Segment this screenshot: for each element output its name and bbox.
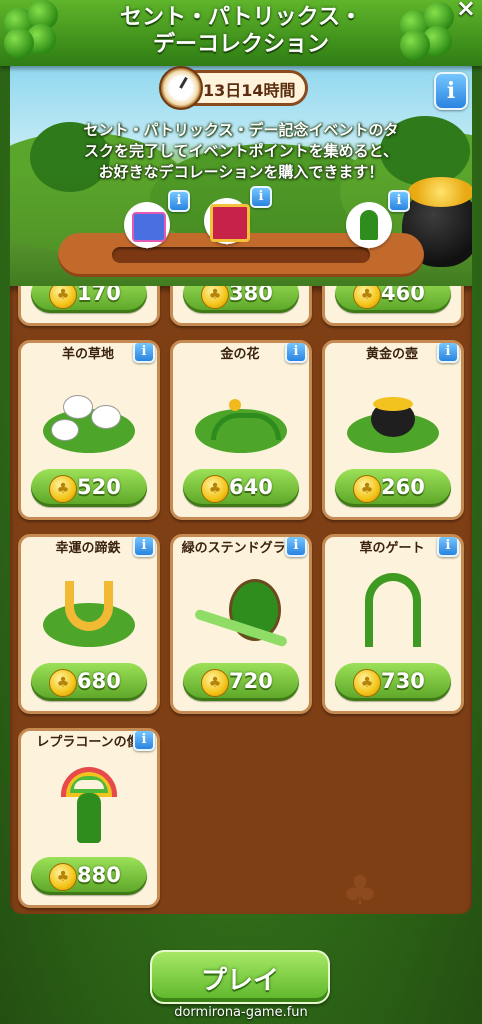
info-button[interactable]: i (388, 190, 410, 212)
price: 460 (381, 286, 425, 305)
event-window: セント・パトリックス・ デーコレクション × 13日14時間 i セント・パトリ… (0, 0, 482, 1024)
clock-icon (159, 66, 203, 110)
price: 640 (229, 475, 273, 499)
info-button[interactable]: i (133, 537, 155, 557)
info-button[interactable]: i (133, 731, 155, 751)
watermark: dormirona-game.fun (174, 1005, 308, 1020)
page-title: セント・パトリックス・ デーコレクション (40, 4, 442, 58)
play-label: プレイ (200, 966, 279, 996)
description-line: スクを完了してイベントポイントを集めると、 (84, 142, 398, 160)
event-description: セント・パトリックス・デー記念イベントのタ スクを完了してイベントポイントを集め… (38, 120, 444, 183)
golden-flowers-icon (189, 379, 293, 459)
info-button[interactable]: i (285, 343, 307, 363)
price-button[interactable]: 170 (31, 286, 147, 313)
item-card[interactable]: 幸運の蹄鉄 i 680 (18, 534, 160, 714)
price: 880 (77, 863, 121, 887)
stained-glass-icon (189, 573, 293, 653)
price: 380 (229, 286, 273, 305)
reward-1[interactable]: i (124, 190, 190, 254)
item-card[interactable]: 緑のステンドグラス i 720 (170, 534, 312, 714)
info-button[interactable]: i (437, 343, 459, 363)
reward-2[interactable]: i (204, 186, 272, 250)
price-button[interactable]: 640 (183, 469, 299, 507)
coin-icon (353, 286, 381, 309)
price: 730 (381, 669, 425, 693)
info-button[interactable]: i (437, 537, 459, 557)
price-button[interactable]: 720 (183, 663, 299, 701)
info-button[interactable]: i (285, 537, 307, 557)
item-card[interactable]: レプラコーンの像 i 880 (18, 728, 160, 908)
coin-icon (201, 669, 229, 697)
item-card[interactable]: 羊の草地 i 520 (18, 340, 160, 520)
gift-box-icon (132, 212, 166, 242)
grass-gate-icon (341, 573, 445, 653)
price-button[interactable]: 520 (31, 469, 147, 507)
coin-icon (49, 669, 77, 697)
price: 520 (77, 475, 121, 499)
timer-text: 13日14時間 (203, 81, 296, 100)
price-button[interactable]: 880 (31, 857, 147, 895)
coin-icon (201, 286, 229, 309)
play-button[interactable]: プレイ (150, 950, 330, 1004)
gift-box-icon (210, 204, 250, 242)
price-button[interactable]: 680 (31, 663, 147, 701)
close-button[interactable]: × (456, 0, 476, 22)
reward-3[interactable]: i (346, 190, 410, 254)
description-line: お好きなデコレーションを購入できます！ (98, 163, 384, 181)
coin-icon (353, 475, 381, 503)
coin-icon (49, 286, 77, 309)
item-card-partial[interactable]: 460 (322, 286, 464, 326)
info-button[interactable]: i (133, 343, 155, 363)
leprechaun-statue-icon (37, 767, 141, 847)
item-card[interactable]: 金の花 i 640 (170, 340, 312, 520)
price: 170 (77, 286, 121, 305)
description-line: セント・パトリックス・デー記念イベントのタ (83, 121, 399, 139)
item-card-partial[interactable]: 170 (18, 286, 160, 326)
coin-icon (353, 669, 381, 697)
item-card-partial[interactable]: 380 (170, 286, 312, 326)
price: 260 (381, 475, 425, 499)
title-line: デーコレクション (152, 32, 329, 57)
info-button[interactable]: i (250, 186, 272, 208)
item-card[interactable]: 草のゲート i 730 (322, 534, 464, 714)
stained-glass-icon (360, 210, 378, 240)
gold-pot-icon (341, 379, 445, 459)
price-button[interactable]: 460 (335, 286, 451, 313)
sheep-meadow-icon (37, 379, 141, 459)
clover-deco-icon: ♣ (342, 868, 378, 914)
event-timer: 13日14時間 (159, 66, 308, 110)
info-button[interactable]: i (434, 72, 468, 110)
items-board: ♣ ♣ 170 380 460 羊の草地 i 520 金の花 i (10, 286, 472, 914)
coin-icon (49, 863, 77, 891)
info-button[interactable]: i (168, 190, 190, 212)
coin-icon (49, 475, 77, 503)
horseshoe-icon (37, 573, 141, 653)
title-line: セント・パトリックス・ (119, 5, 362, 30)
coin-icon (201, 475, 229, 503)
price: 720 (229, 669, 273, 693)
price: 680 (77, 669, 121, 693)
price-button[interactable]: 380 (183, 286, 299, 313)
price-button[interactable]: 730 (335, 663, 451, 701)
item-card[interactable]: 黄金の壺 i 260 (322, 340, 464, 520)
price-button[interactable]: 260 (335, 469, 451, 507)
